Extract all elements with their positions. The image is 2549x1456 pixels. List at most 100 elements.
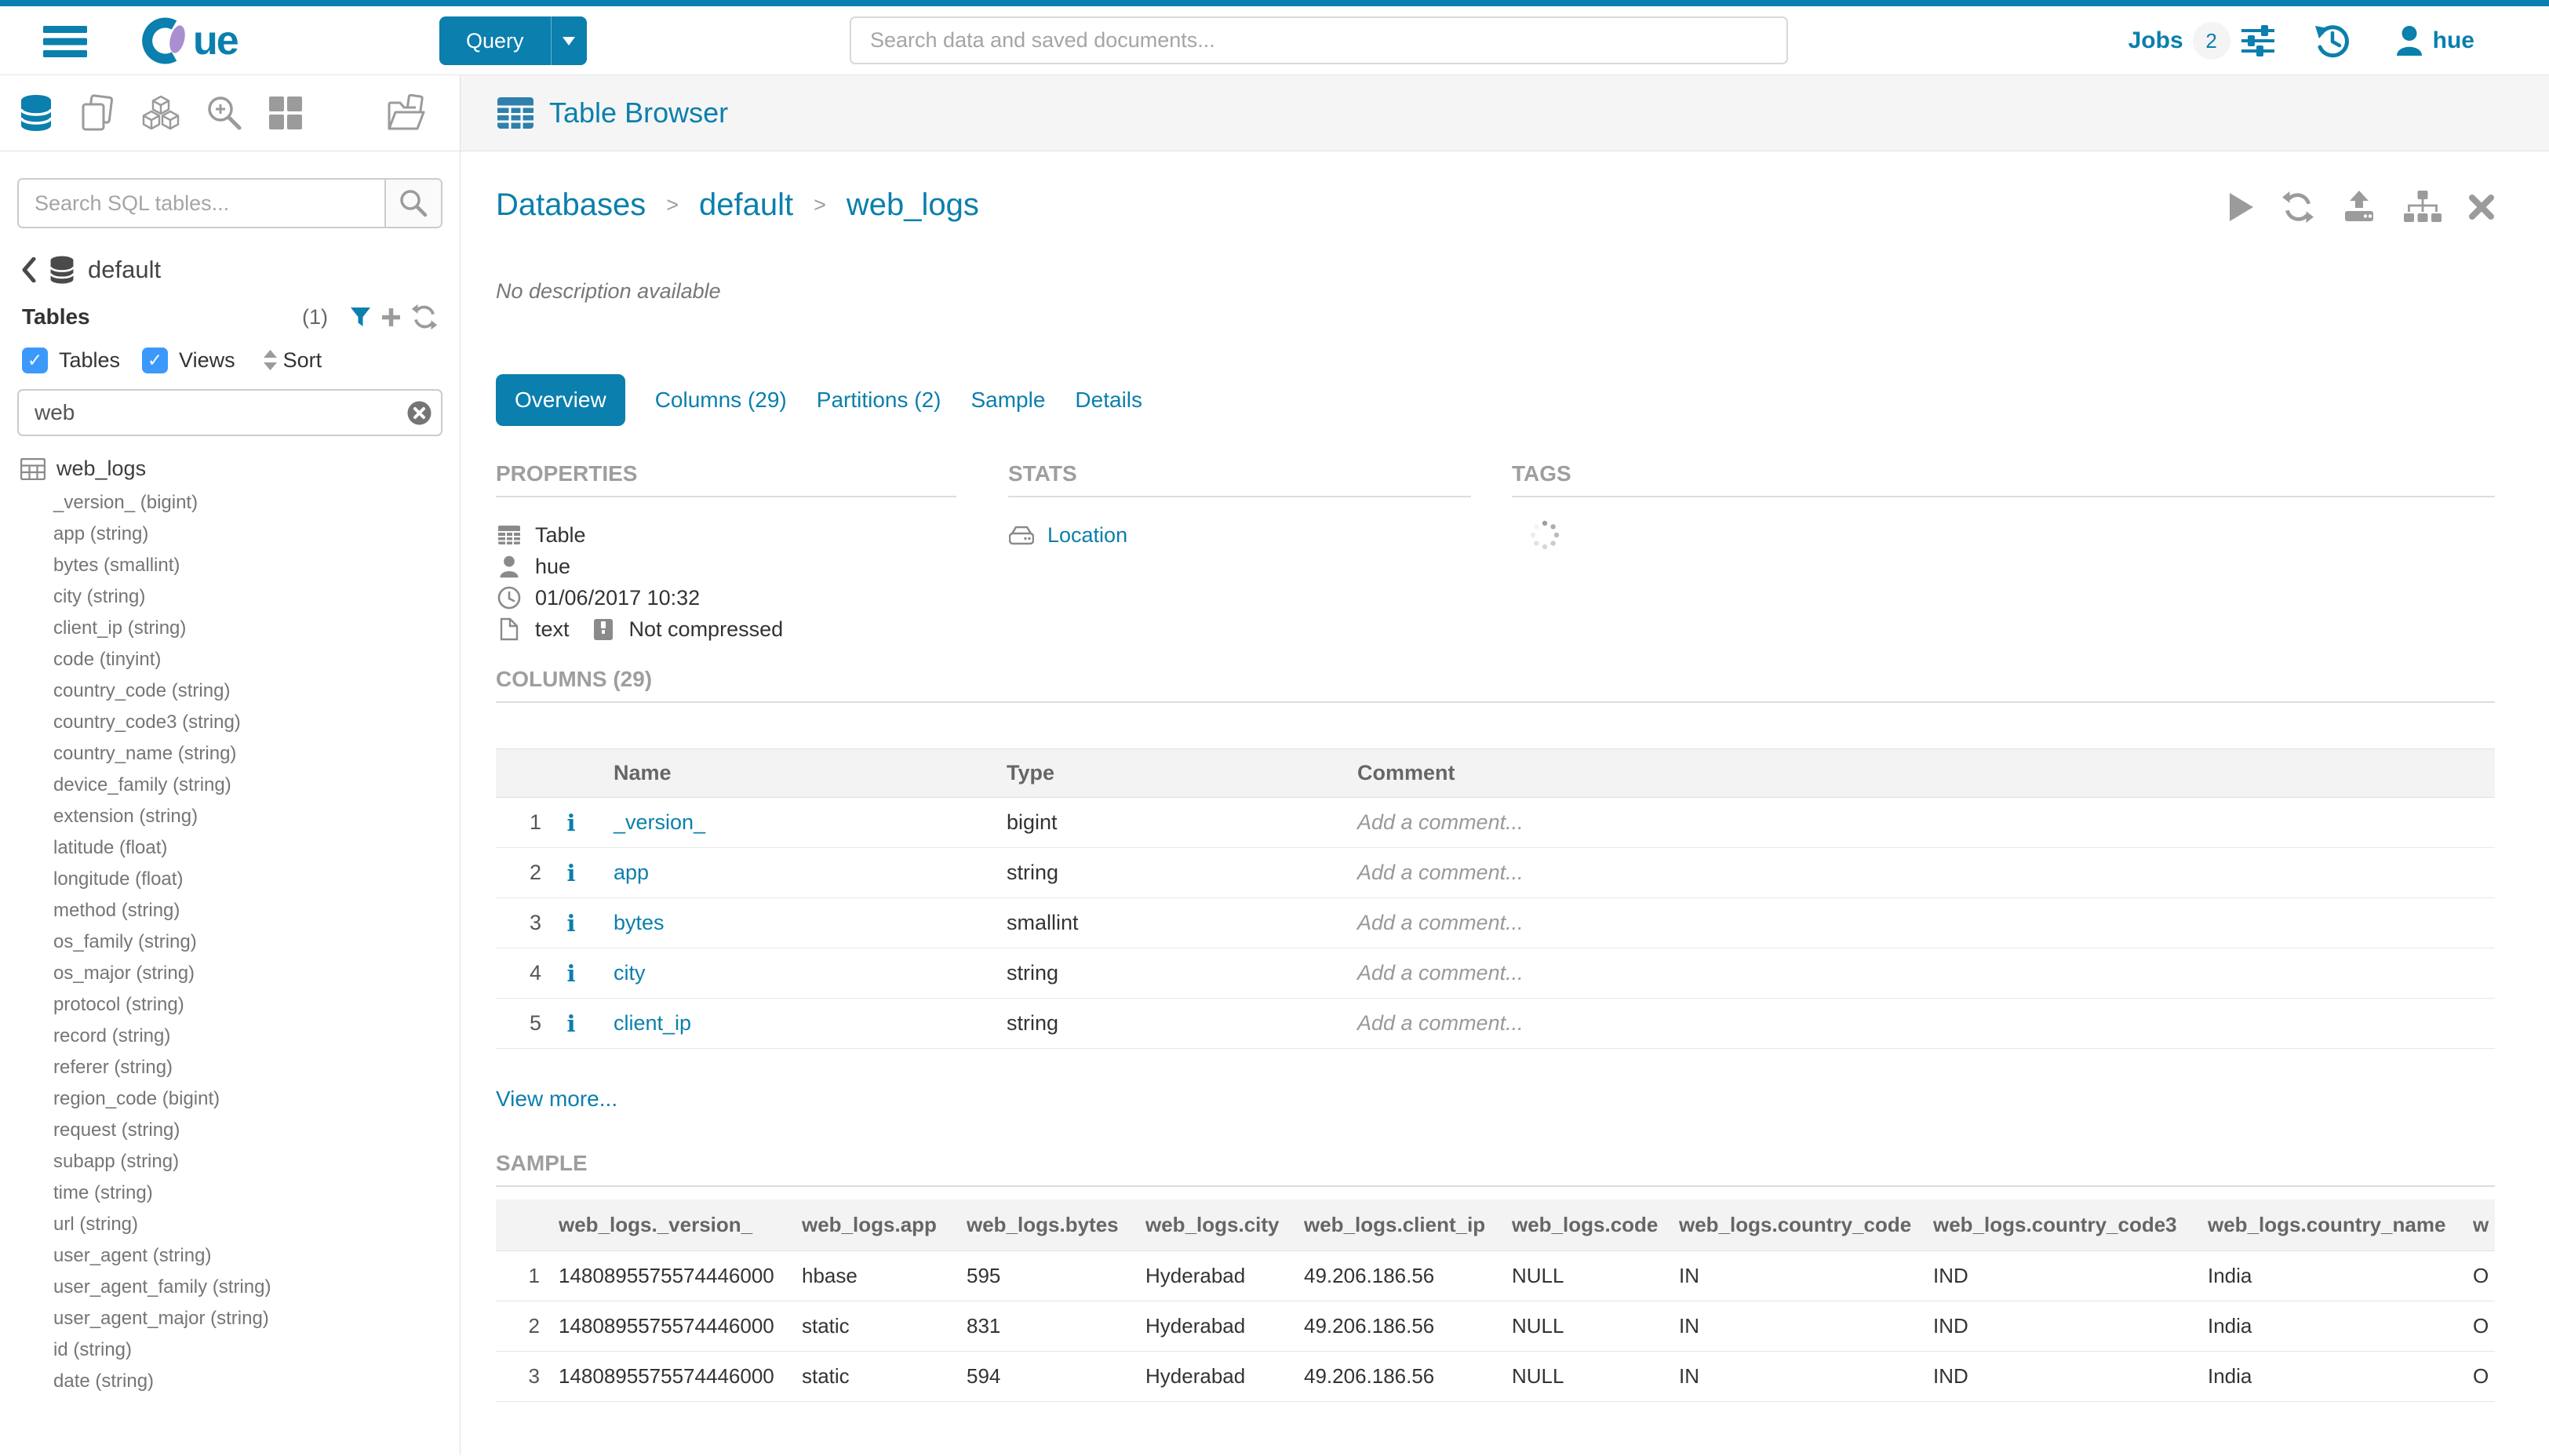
column-name-link[interactable]: client_ip [593, 1011, 1007, 1036]
column-name-link[interactable]: city [593, 961, 1007, 985]
column-item[interactable]: region_code (bigint) [17, 1083, 442, 1115]
table-filter-input[interactable] [17, 389, 442, 436]
column-item[interactable]: request (string) [17, 1115, 442, 1146]
column-item[interactable]: latitude (float) [17, 832, 442, 864]
location-link[interactable]: Location [1047, 523, 1127, 548]
filter-funnel-icon[interactable] [350, 307, 371, 328]
property-owner: hue [496, 551, 956, 582]
add-table-icon[interactable] [381, 307, 402, 328]
column-item[interactable]: country_code (string) [17, 675, 442, 707]
column-item[interactable]: bytes (smallint) [17, 550, 442, 581]
query-dropdown-caret-icon[interactable] [551, 16, 587, 65]
query-play-icon[interactable] [2228, 191, 2255, 223]
column-item[interactable]: id (string) [17, 1334, 442, 1366]
jobs-link[interactable]: Jobs [2128, 27, 2183, 54]
column-comment-placeholder[interactable]: Add a comment... [1351, 961, 2495, 985]
column-info-icon[interactable]: i [566, 910, 575, 937]
sitemap-icon[interactable] [2404, 191, 2442, 224]
sql-table-search-input[interactable] [19, 180, 384, 227]
column-item[interactable]: longitude (float) [17, 864, 442, 895]
tables-checkbox-label[interactable]: Tables [59, 348, 120, 373]
hue-logo[interactable]: ue [141, 17, 238, 64]
column-item[interactable]: user_agent_family (string) [17, 1272, 442, 1303]
cubes-icon[interactable] [141, 95, 180, 131]
column-item[interactable]: user_agent_major (string) [17, 1303, 442, 1334]
apps-grid-icon[interactable] [268, 96, 303, 130]
views-checkbox[interactable]: ✓ [142, 348, 168, 373]
tab-bar: Overview Columns (29) Partitions (2) Sam… [496, 374, 2495, 426]
column-name-link[interactable]: app [593, 861, 1007, 885]
column-item[interactable]: city (string) [17, 581, 442, 613]
column-info-icon[interactable]: i [566, 1010, 575, 1037]
tab-columns[interactable]: Columns (29) [655, 374, 787, 426]
column-item[interactable]: date (string) [17, 1366, 442, 1397]
sql-table-search-button[interactable] [384, 180, 441, 227]
sample-cell-truncated: O [2463, 1264, 2495, 1288]
column-item[interactable]: country_name (string) [17, 738, 442, 770]
column-item[interactable]: subapp (string) [17, 1146, 442, 1178]
breadcrumb-database[interactable]: default [699, 187, 793, 223]
column-item[interactable]: method (string) [17, 895, 442, 926]
refresh-icon[interactable] [2281, 191, 2314, 224]
view-more-link[interactable]: View more... [496, 1087, 2495, 1112]
refresh-tables-icon[interactable] [411, 304, 438, 330]
search-zoom-icon[interactable] [206, 94, 243, 132]
global-search-input[interactable] [850, 16, 1788, 64]
column-info-icon[interactable]: i [566, 960, 575, 987]
sliders-icon[interactable] [2240, 25, 2276, 56]
breadcrumb-separator: > [793, 193, 847, 217]
property-compression-value: Not compressed [629, 617, 784, 642]
clear-filter-icon[interactable] [407, 401, 432, 425]
column-item[interactable]: protocol (string) [17, 989, 442, 1021]
views-checkbox-label[interactable]: Views [179, 348, 235, 373]
upload-icon[interactable] [2341, 191, 2377, 224]
column-item[interactable]: code (tinyint) [17, 644, 442, 675]
column-item[interactable]: country_code3 (string) [17, 707, 442, 738]
history-icon[interactable] [2314, 24, 2350, 58]
column-name-link[interactable]: _version_ [593, 810, 1007, 835]
column-item[interactable]: record (string) [17, 1021, 442, 1052]
sample-row: 1 1480895575574446000 hbase 595 Hyderaba… [496, 1251, 2495, 1301]
column-comment-placeholder[interactable]: Add a comment... [1351, 810, 2495, 835]
column-item[interactable]: os_family (string) [17, 926, 442, 958]
column-item[interactable]: client_ip (string) [17, 613, 442, 644]
column-item[interactable]: url (string) [17, 1209, 442, 1240]
columns-table-header: Name Type Comment [496, 748, 2495, 798]
folder-documents-icon[interactable] [386, 94, 427, 132]
column-info-icon[interactable]: i [566, 860, 575, 886]
query-button[interactable]: Query [439, 16, 587, 65]
column-comment-placeholder[interactable]: Add a comment... [1351, 911, 2495, 935]
column-item[interactable]: os_major (string) [17, 958, 442, 989]
close-icon[interactable] [2468, 194, 2495, 220]
column-item[interactable]: time (string) [17, 1178, 442, 1209]
column-item[interactable]: referer (string) [17, 1052, 442, 1083]
column-item[interactable]: user_agent (string) [17, 1240, 442, 1272]
column-item[interactable]: extension (string) [17, 801, 442, 832]
tab-details[interactable]: Details [1075, 374, 1142, 426]
column-info-icon[interactable]: i [566, 810, 575, 836]
current-database-name[interactable]: default [88, 256, 161, 284]
tables-checkbox[interactable]: ✓ [22, 348, 48, 373]
column-comment-placeholder[interactable]: Add a comment... [1351, 1011, 2495, 1036]
column-comment-placeholder[interactable]: Add a comment... [1351, 861, 2495, 885]
column-item[interactable]: app (string) [17, 519, 442, 550]
hamburger-menu-icon[interactable] [43, 26, 87, 57]
table-description[interactable]: No description available [496, 279, 2495, 304]
column-item[interactable]: device_family (string) [17, 770, 442, 801]
sort-control[interactable]: Sort [264, 348, 322, 373]
tab-overview[interactable]: Overview [496, 374, 625, 426]
column-name-link[interactable]: bytes [593, 911, 1007, 935]
stats-section: STATS Location [1008, 461, 1471, 645]
breadcrumb-databases[interactable]: Databases [496, 187, 646, 223]
column-item[interactable]: _version_ (bigint) [17, 487, 442, 519]
user-menu[interactable]: hue [2395, 25, 2474, 56]
sample-cell-country-name: India [2198, 1264, 2463, 1288]
table-entry-web-logs[interactable]: web_logs [17, 457, 442, 481]
back-chevron-icon[interactable] [22, 257, 36, 282]
jobs-count-badge[interactable]: 2 [2193, 22, 2230, 60]
sql-databases-icon[interactable] [19, 93, 53, 133]
tab-sample[interactable]: Sample [970, 374, 1045, 426]
documents-icon[interactable] [78, 94, 116, 132]
breadcrumb-table[interactable]: web_logs [847, 187, 979, 223]
tab-partitions[interactable]: Partitions (2) [817, 374, 941, 426]
